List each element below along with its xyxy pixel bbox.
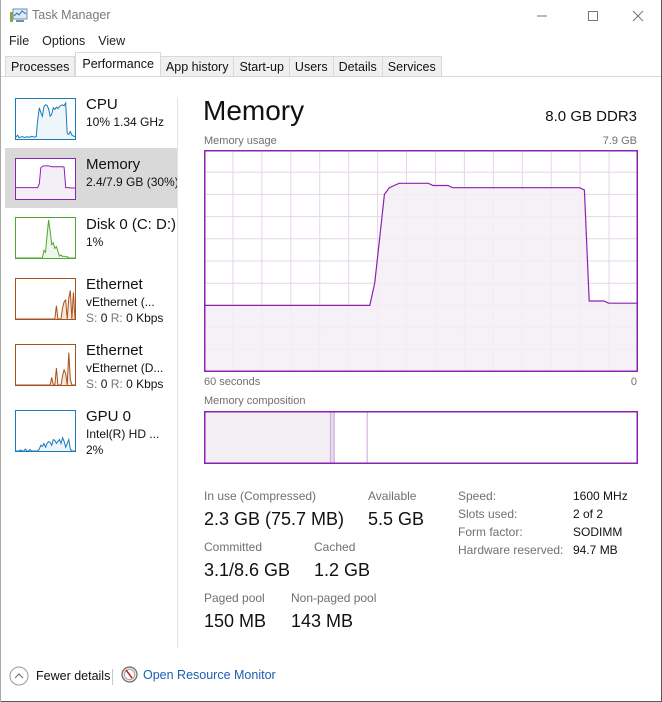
menu-options[interactable]: Options — [34, 32, 90, 50]
sidebar-item-value: 2% — [86, 443, 104, 457]
open-resource-monitor-link[interactable]: Open Resource Monitor — [121, 666, 276, 683]
task-manager-window: Task Manager File Options View Processes… — [0, 0, 662, 702]
in-use-value: 2.3 GB (75.7 MB) — [204, 509, 345, 529]
form-factor-value: SODIMM — [573, 525, 623, 539]
footer-separator — [112, 669, 113, 685]
sidebar-item-subtitle: 1% — [86, 235, 104, 249]
sidebar-item-gpu[interactable]: GPU 0 Intel(R) HD ... 2% — [5, 404, 177, 466]
tab-services[interactable]: Services — [382, 56, 442, 77]
memory-composition-graph — [204, 411, 638, 464]
thumbnail-area — [16, 165, 75, 199]
hardware-reserved-label: Hardware reserved: — [458, 543, 564, 557]
close-button[interactable] — [615, 0, 661, 31]
sidebar-item-title: GPU 0 — [86, 408, 132, 425]
tab-app-history[interactable]: App history — [160, 56, 235, 77]
memory-usage-graph — [204, 150, 638, 372]
cached-value: 1.2 GB — [314, 560, 371, 580]
usage-area — [204, 183, 638, 372]
speed-label: Speed: — [458, 489, 497, 503]
available-value: 5.5 GB — [368, 509, 425, 529]
window-title: Task Manager — [32, 8, 111, 22]
hardware-reserved-value: 94.7 MB — [573, 543, 618, 557]
sidebar-item-ethernet-2[interactable]: Ethernet vEthernet (D... S: 0 R: 0 Kbps — [5, 338, 177, 400]
sidebar-divider — [177, 97, 178, 648]
title-bar[interactable]: Task Manager — [1, 0, 661, 31]
tab-start-up[interactable]: Start-up — [234, 56, 290, 77]
paged-pool-value: 150 MB — [204, 611, 267, 631]
thumbnail-line — [16, 219, 75, 259]
memory-composition-label: Memory composition — [204, 395, 306, 407]
speed-value: 1600 MHz — [573, 489, 628, 503]
sidebar-item-title: Memory — [86, 156, 141, 173]
time-axis-end: 0 — [630, 376, 637, 388]
maximize-button[interactable] — [570, 0, 616, 31]
disk-thumbnail-graph — [15, 217, 76, 259]
menu-bar: File Options View — [1, 32, 661, 50]
open-resource-monitor-label: Open Resource Monitor — [143, 667, 276, 682]
ethernet-thumbnail-graph — [15, 278, 76, 320]
resource-monitor-icon — [121, 666, 138, 683]
sidebar-item-memory[interactable]: Memory 2.4/7.9 GB (30%) — [5, 148, 179, 208]
sidebar-item-subtitle: vEthernet (D... — [86, 361, 164, 375]
slots-used-value: 2 of 2 — [573, 507, 604, 521]
maximize-icon — [588, 10, 598, 21]
sidebar-item-subtitle: 10% 1.34 GHz — [86, 115, 165, 129]
tab-users[interactable]: Users — [289, 56, 334, 77]
sidebar-item-title: Ethernet — [86, 276, 143, 293]
gpu-thumbnail-graph — [15, 410, 76, 452]
page-title: Memory — [203, 95, 305, 126]
sidebar-item-cpu[interactable]: CPU 10% 1.34 GHz — [5, 90, 177, 150]
sidebar-item-title: CPU — [86, 96, 118, 113]
fewer-details-button[interactable]: Fewer details — [9, 666, 110, 686]
committed-label: Committed — [204, 540, 263, 554]
tab-performance[interactable]: Performance — [75, 52, 161, 76]
available-label: Available — [368, 489, 417, 503]
sidebar-item-disk[interactable]: Disk 0 (C: D:) 1% — [5, 211, 177, 271]
footer: Fewer details Open Resource Monitor — [1, 660, 661, 694]
paged-pool-label: Paged pool — [204, 591, 265, 605]
non-paged-pool-value: 143 MB — [291, 611, 354, 631]
cached-label: Cached — [314, 540, 356, 554]
ethernet-thumbnail-graph — [15, 344, 76, 386]
close-icon — [632, 10, 644, 21]
tab-processes[interactable]: Processes — [5, 56, 76, 77]
slots-used-label: Slots used: — [458, 507, 518, 521]
sidebar-item-throughput: S: 0 R: 0 Kbps — [86, 377, 164, 391]
task-manager-icon — [10, 8, 28, 22]
cpu-thumbnail-graph — [15, 98, 76, 140]
time-axis-start: 60 seconds — [204, 376, 261, 388]
form-factor-label: Form factor: — [458, 525, 523, 539]
thumbnail-line — [16, 352, 75, 386]
menu-view[interactable]: View — [90, 32, 130, 50]
menu-file[interactable]: File — [1, 32, 34, 50]
fewer-details-label: Fewer details — [36, 669, 111, 683]
resource-sidebar: CPU 10% 1.34 GHz Memory 2.4/7.9 GB (30%)… — [5, 90, 179, 650]
sidebar-item-subtitle: Intel(R) HD ... — [86, 427, 160, 441]
sidebar-item-subtitle: 2.4/7.9 GB (30%) — [86, 175, 179, 189]
sidebar-item-throughput: S: 0 R: 0 Kbps — [86, 311, 164, 325]
memory-usage-label: Memory usage — [204, 135, 277, 147]
memory-usage-max: 7.9 GB — [602, 135, 637, 147]
memory-spec: 8.0 GB DDR3 — [545, 108, 637, 125]
tab-details[interactable]: Details — [333, 56, 383, 77]
memory-thumbnail-graph — [15, 158, 76, 200]
sidebar-item-subtitle: vEthernet (... — [86, 295, 155, 309]
sidebar-item-ethernet-1[interactable]: Ethernet vEthernet (... S: 0 R: 0 Kbps — [5, 272, 177, 334]
sidebar-item-title: Ethernet — [86, 342, 143, 359]
sidebar-item-title: Disk 0 (C: D:) — [86, 216, 176, 233]
composition-in-use — [204, 411, 331, 464]
tab-bar: Processes Performance App history Start-… — [5, 52, 442, 77]
minimize-button[interactable] — [519, 0, 565, 31]
non-paged-pool-label: Non-paged pool — [291, 591, 377, 605]
committed-value: 3.1/8.6 GB — [204, 560, 291, 580]
composition-modified — [330, 411, 335, 464]
minimize-icon — [537, 15, 547, 16]
in-use-label: In use (Compressed) — [204, 489, 317, 503]
chevron-up-circle-icon — [9, 666, 29, 686]
